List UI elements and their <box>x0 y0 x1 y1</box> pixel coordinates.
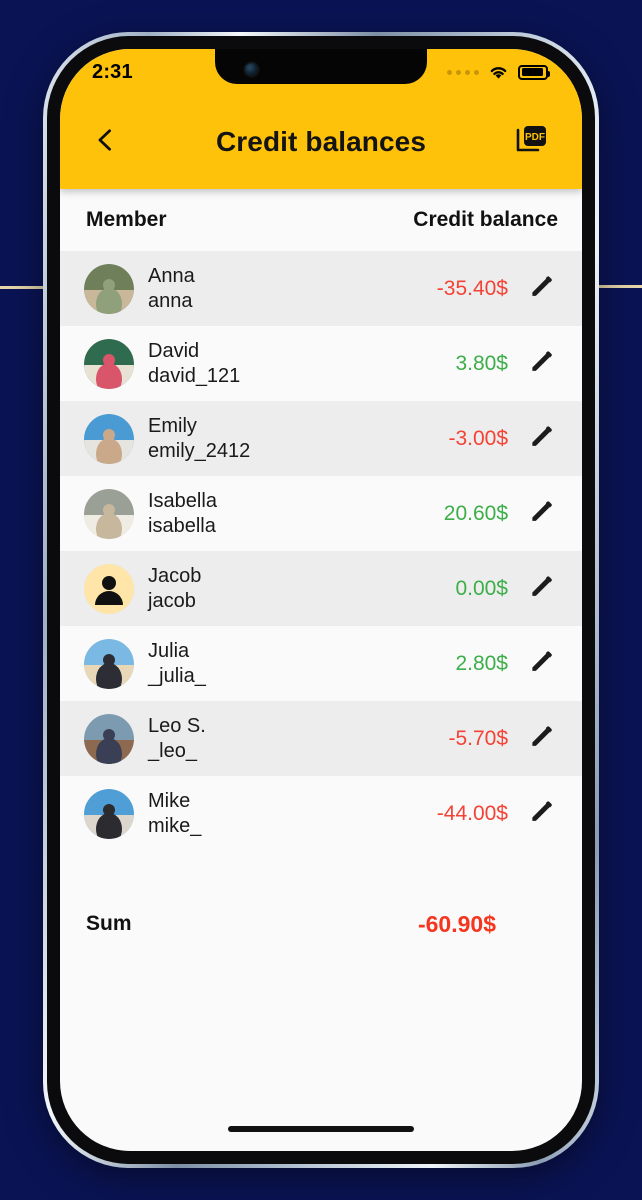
member-username: anna <box>148 289 193 312</box>
member-username: _leo_ <box>148 739 197 762</box>
member-username: isabella <box>148 514 216 537</box>
wifi-icon <box>488 64 509 80</box>
edit-balance-button[interactable] <box>522 799 560 829</box>
avatar <box>84 563 134 614</box>
member-username: emily_2412 <box>148 439 251 462</box>
signal-dots-icon <box>447 69 479 75</box>
member-list: Anna anna -35.40$ David david_121 3.80$ Emily e… <box>60 251 582 851</box>
edit-balance-button[interactable] <box>522 724 560 754</box>
credit-balance-value: -44.00$ <box>436 801 508 825</box>
member-names: Julia _julia_ <box>148 639 206 688</box>
pencil-icon <box>529 349 554 379</box>
member-name: Jacob <box>148 565 202 588</box>
edit-balance-button[interactable] <box>522 574 560 604</box>
member-username: david_121 <box>148 364 241 387</box>
member-name: Leo S. <box>148 715 206 738</box>
member-name: Emily <box>148 415 197 438</box>
avatar <box>84 638 134 689</box>
member-names: Isabella isabella <box>148 489 217 538</box>
member-username: _julia_ <box>148 664 206 687</box>
status-indicators <box>447 64 550 80</box>
pencil-icon <box>529 799 554 829</box>
member-username: mike_ <box>148 814 202 837</box>
member-username: jacob <box>148 589 196 612</box>
table-row[interactable]: Julia _julia_ 2.80$ <box>60 626 582 701</box>
summary-label: Sum <box>86 912 132 935</box>
member-name: David <box>148 340 200 363</box>
table-row[interactable]: Leo S. _leo_ -5.70$ <box>60 701 582 776</box>
pencil-icon <box>529 424 554 454</box>
edit-balance-button[interactable] <box>522 499 560 529</box>
pencil-icon <box>529 274 554 304</box>
summary-row: Sum -60.90$ <box>60 893 582 955</box>
avatar <box>84 488 134 539</box>
member-names: David david_121 <box>148 339 240 388</box>
member-names: Anna anna <box>148 264 195 313</box>
home-indicator[interactable] <box>228 1126 414 1132</box>
phone-device: 2:31 Credit balances PDF Member Credit b… <box>43 32 599 1168</box>
pencil-icon <box>529 724 554 754</box>
credit-balance-value: -35.40$ <box>436 276 508 300</box>
member-names: Jacob jacob <box>148 564 201 613</box>
credit-balance-value: 2.80$ <box>455 651 508 675</box>
member-names: Emily emily_2412 <box>148 414 250 463</box>
credit-balance-value: 20.60$ <box>443 501 508 525</box>
credit-balance-value: 3.80$ <box>455 351 508 375</box>
phone-screen: 2:31 Credit balances PDF Member Credit b… <box>60 49 582 1151</box>
credit-balance-value: -5.70$ <box>448 726 508 750</box>
chevron-left-icon <box>93 127 117 158</box>
edit-balance-button[interactable] <box>522 649 560 679</box>
avatar <box>84 338 134 389</box>
credit-balance-value: -3.00$ <box>448 426 508 450</box>
front-camera-icon <box>245 63 258 76</box>
edit-balance-button[interactable] <box>522 274 560 304</box>
edit-balance-button[interactable] <box>522 424 560 454</box>
table-header-row: Member Credit balance <box>60 189 582 251</box>
pencil-icon <box>529 574 554 604</box>
status-clock: 2:31 <box>92 61 133 83</box>
nav-bar: Credit balances PDF <box>60 95 582 189</box>
member-names: Leo S. _leo_ <box>148 714 206 763</box>
member-name: Anna <box>148 265 195 288</box>
member-name: Isabella <box>148 490 217 513</box>
table-row[interactable]: Jacob jacob 0.00$ <box>60 551 582 626</box>
summary-value: -60.90$ <box>417 910 496 937</box>
back-button[interactable] <box>82 119 128 165</box>
credit-balance-value: 0.00$ <box>455 576 508 600</box>
avatar <box>84 263 134 314</box>
notch <box>215 49 427 84</box>
edit-balance-button[interactable] <box>522 349 560 379</box>
svg-text:PDF: PDF <box>525 132 545 143</box>
table-row[interactable]: Emily emily_2412 -3.00$ <box>60 401 582 476</box>
battery-icon <box>518 64 550 80</box>
avatar <box>84 713 134 764</box>
table-row[interactable]: Isabella isabella 20.60$ <box>60 476 582 551</box>
table-row[interactable]: Mike mike_ -44.00$ <box>60 776 582 851</box>
avatar <box>84 413 134 464</box>
column-header-member: Member <box>86 208 167 231</box>
avatar <box>84 788 134 839</box>
pencil-icon <box>529 499 554 529</box>
pdf-export-button[interactable]: PDF <box>510 120 554 164</box>
table-row[interactable]: David david_121 3.80$ <box>60 326 582 401</box>
phone-bezel: 2:31 Credit balances PDF Member Credit b… <box>47 36 595 1164</box>
column-header-balance: Credit balance <box>413 208 558 231</box>
member-name: Mike <box>148 790 191 813</box>
page-title: Credit balances <box>215 126 427 157</box>
table-row[interactable]: Anna anna -35.40$ <box>60 251 582 326</box>
member-name: Julia <box>148 640 190 663</box>
member-names: Mike mike_ <box>148 789 201 838</box>
pencil-icon <box>529 649 554 679</box>
pdf-export-icon: PDF <box>515 123 549 162</box>
